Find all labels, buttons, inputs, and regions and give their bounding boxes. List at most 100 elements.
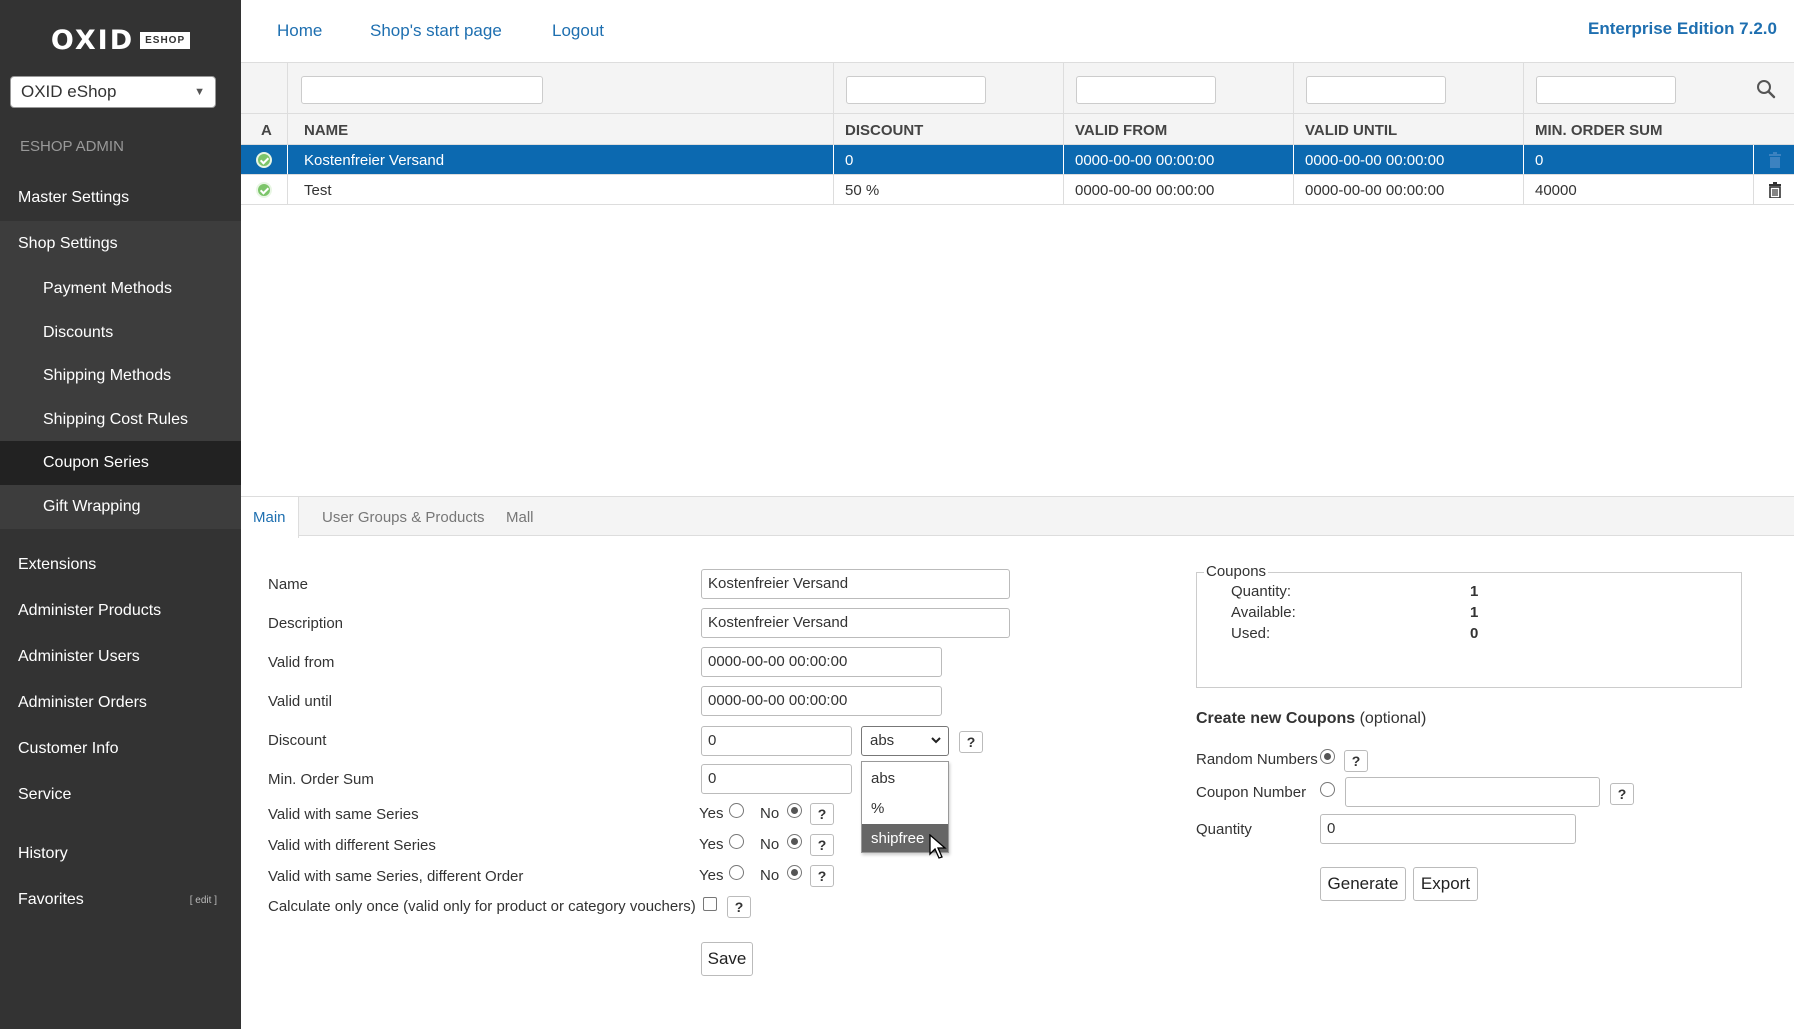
- column-divider: [833, 63, 834, 113]
- sidebar-subitem-shipping-methods[interactable]: Shipping Methods: [0, 354, 241, 398]
- favorites-edit-link[interactable]: [ edit ]: [190, 895, 217, 906]
- cell-valid-from: 0000-00-00 00:00:00: [1075, 182, 1215, 199]
- save-button[interactable]: Save: [701, 942, 753, 976]
- yes-label: Yes: [699, 867, 724, 884]
- different-series-help-button[interactable]: ?: [810, 834, 834, 856]
- random-numbers-radio[interactable]: [1320, 749, 1335, 764]
- name-label: Name: [268, 576, 309, 593]
- sidebar-subitem-coupon-series[interactable]: Coupon Series: [0, 441, 241, 485]
- column-divider: [1753, 145, 1754, 174]
- same-series-yes-radio[interactable]: [729, 803, 744, 818]
- logout-link[interactable]: Logout: [552, 21, 604, 41]
- mouse-cursor-icon: [929, 834, 947, 859]
- sidebar-subitem-discounts[interactable]: Discounts: [0, 311, 241, 355]
- sidebar-item-customer-info[interactable]: Customer Info: [0, 726, 241, 772]
- column-divider: [1293, 63, 1294, 113]
- valid-until-field[interactable]: 0000-00-00 00:00:00: [701, 686, 942, 716]
- sidebar-section-label: ESHOP ADMIN: [20, 138, 124, 155]
- sidebar-subitem-payment-methods[interactable]: Payment Methods: [0, 267, 241, 311]
- generate-button[interactable]: Generate: [1320, 867, 1406, 901]
- column-header-discount[interactable]: DISCOUNT: [845, 122, 923, 139]
- column-divider: [1063, 145, 1064, 174]
- create-coupons-title: Create new Coupons (optional): [1196, 710, 1426, 728]
- sidebar-item-label: Gift Wrapping: [43, 498, 141, 515]
- column-divider: [1523, 175, 1524, 204]
- column-header-active[interactable]: A: [261, 122, 272, 139]
- trash-icon[interactable]: [1768, 152, 1782, 168]
- sidebar-item-administer-products[interactable]: Administer Products: [0, 588, 241, 634]
- different-series-yes-radio[interactable]: [729, 834, 744, 849]
- filter-name-input[interactable]: [301, 76, 543, 104]
- column-divider: [1063, 175, 1064, 204]
- sidebar-item-administer-users[interactable]: Administer Users: [0, 634, 241, 680]
- sidebar-item-label: Customer Info: [18, 740, 119, 757]
- cell-name[interactable]: Kostenfreier Versand: [304, 152, 444, 169]
- list-header-row: A NAME DISCOUNT VALID FROM VALID UNTIL M…: [241, 114, 1794, 145]
- sidebar-item-label: Shop Settings: [18, 235, 118, 252]
- sidebar: OXID ESHOP OXID eShop ▼ ESHOP ADMIN Mast…: [0, 0, 241, 1029]
- sidebar-item-shop-settings[interactable]: Shop Settings: [0, 221, 241, 267]
- description-field[interactable]: Kostenfreier Versand: [701, 608, 1010, 638]
- min-order-sum-field[interactable]: 0: [701, 764, 852, 794]
- column-header-min-order-sum[interactable]: MIN. ORDER SUM: [1535, 122, 1663, 139]
- list-filter-row: [241, 63, 1794, 114]
- sidebar-subitem-gift-wrapping[interactable]: Gift Wrapping: [0, 485, 241, 529]
- sidebar-item-extensions[interactable]: Extensions: [0, 542, 241, 588]
- tab-mall[interactable]: Mall: [494, 497, 546, 537]
- tab-main[interactable]: Main: [241, 497, 299, 538]
- same-series-diff-order-yes-radio[interactable]: [729, 865, 744, 880]
- sidebar-item-master-settings[interactable]: Master Settings: [0, 175, 241, 221]
- search-icon[interactable]: [1756, 79, 1776, 99]
- no-label: No: [760, 867, 780, 884]
- calc-once-help-button[interactable]: ?: [727, 896, 751, 918]
- filter-valid-from-input[interactable]: [1076, 76, 1216, 104]
- sidebar-subitem-shipping-cost-rules[interactable]: Shipping Cost Rules: [0, 398, 241, 442]
- tab-label: Main: [253, 509, 286, 526]
- oxid-logo[interactable]: OXID ESHOP: [0, 0, 241, 80]
- filter-valid-until-input[interactable]: [1306, 76, 1446, 104]
- export-button[interactable]: Export: [1413, 867, 1478, 901]
- random-numbers-help-button[interactable]: ?: [1344, 750, 1368, 772]
- sidebar-item-label: Shipping Cost Rules: [43, 411, 188, 428]
- coupon-number-radio[interactable]: [1320, 782, 1335, 797]
- sidebar-item-favorites[interactable]: Favorites [ edit ]: [0, 877, 241, 923]
- cell-name[interactable]: Test: [304, 182, 332, 199]
- same-series-diff-order-no-radio[interactable]: [787, 865, 802, 880]
- same-series-help-button[interactable]: ?: [810, 803, 834, 825]
- filter-discount-input[interactable]: [846, 76, 986, 104]
- coupon-number-help-button[interactable]: ?: [1610, 783, 1634, 805]
- shop-start-page-link[interactable]: Shop's start page: [370, 21, 502, 41]
- sidebar-item-service[interactable]: Service: [0, 772, 241, 818]
- table-row[interactable]: Test 50 % 0000-00-00 00:00:00 0000-00-00…: [241, 175, 1794, 205]
- trash-icon[interactable]: [1768, 182, 1782, 198]
- column-header-valid-until[interactable]: VALID UNTIL: [1305, 122, 1397, 139]
- sidebar-item-label: Extensions: [18, 556, 97, 573]
- discount-help-button[interactable]: ?: [959, 731, 983, 753]
- table-row[interactable]: Kostenfreier Versand 0 0000-00-00 00:00:…: [241, 145, 1794, 175]
- shop-selector[interactable]: OXID eShop ▼: [10, 76, 216, 108]
- dropdown-option-percent[interactable]: %: [862, 794, 948, 822]
- cell-valid-until: 0000-00-00 00:00:00: [1305, 182, 1445, 199]
- different-series-no-radio[interactable]: [787, 834, 802, 849]
- coupon-number-field[interactable]: [1345, 777, 1600, 807]
- no-label: No: [760, 836, 780, 853]
- valid-from-field[interactable]: 0000-00-00 00:00:00: [701, 647, 942, 677]
- home-link[interactable]: Home: [277, 21, 322, 41]
- name-field[interactable]: Kostenfreier Versand: [701, 569, 1010, 599]
- dropdown-option-abs[interactable]: abs: [862, 764, 948, 792]
- sidebar-item-administer-orders[interactable]: Administer Orders: [0, 680, 241, 726]
- discount-field[interactable]: 0: [701, 726, 852, 756]
- same-series-diff-order-help-button[interactable]: ?: [810, 865, 834, 887]
- column-header-name[interactable]: NAME: [304, 122, 348, 139]
- filter-min-order-sum-input[interactable]: [1536, 76, 1676, 104]
- detail-tab-bar: Main User Groups & Products Mall: [241, 496, 1794, 538]
- sidebar-item-history[interactable]: History: [0, 831, 241, 877]
- column-header-valid-from[interactable]: VALID FROM: [1075, 122, 1167, 139]
- create-quantity-field[interactable]: 0: [1320, 814, 1576, 844]
- calc-once-checkbox[interactable]: [703, 897, 717, 911]
- cell-valid-from: 0000-00-00 00:00:00: [1075, 152, 1215, 169]
- same-series-no-radio[interactable]: [787, 803, 802, 818]
- tab-label: Mall: [506, 508, 534, 526]
- tab-user-groups-products[interactable]: User Groups & Products: [310, 497, 497, 537]
- discount-type-select[interactable]: abs: [861, 726, 949, 756]
